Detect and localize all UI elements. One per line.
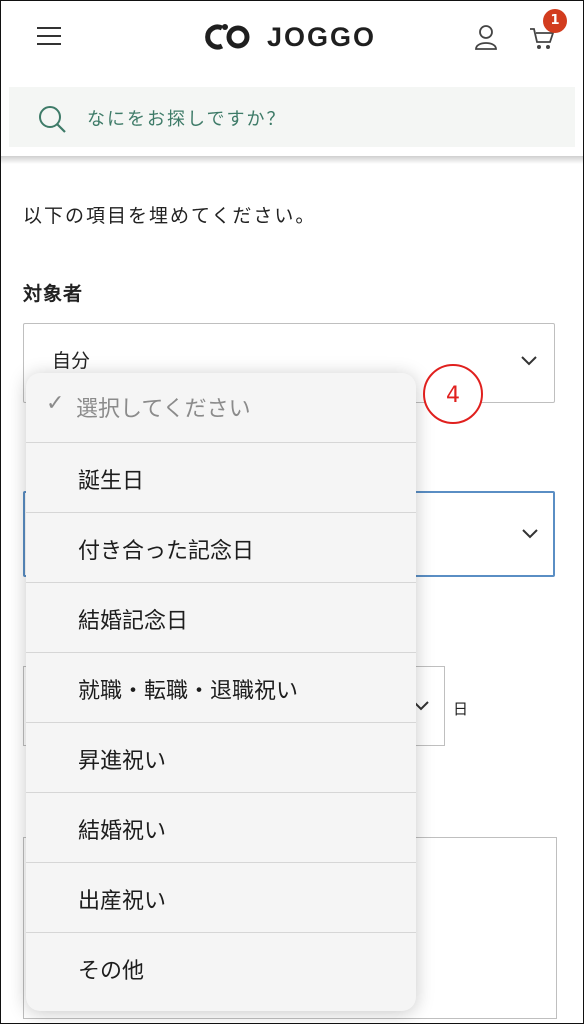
dropdown-option[interactable]: その他 [26, 933, 416, 1003]
dropdown-option[interactable]: 付き合った記念日 [26, 513, 416, 583]
dropdown-option-label: 結婚祝い [78, 819, 167, 844]
checkmark-icon: ✓ [46, 391, 65, 416]
dropdown-option-label: 選択してください [76, 397, 251, 422]
dropdown-option-label: 出産祝い [78, 889, 167, 914]
search-placeholder: なにをお探しですか？ [87, 109, 287, 130]
dropdown-option[interactable]: 結婚祝い [26, 793, 416, 863]
dropdown-option-label: 結婚記念日 [78, 609, 189, 634]
header-shadow [1, 156, 583, 164]
recipient-label: 対象者 [23, 283, 84, 305]
dropdown-option-label: その他 [78, 959, 145, 984]
occasion-dropdown-menu: ✓ 選択してください 誕生日 付き合った記念日 結婚記念日 就職・転職・退職祝い… [26, 373, 416, 1011]
dropdown-option[interactable]: 出産祝い [26, 863, 416, 933]
dropdown-option-label: 付き合った記念日 [78, 539, 255, 564]
recipient-value: 自分 [52, 350, 91, 372]
search-bar[interactable]: なにをお探しですか？ [9, 87, 575, 147]
dropdown-option[interactable]: 誕生日 [26, 443, 416, 513]
logo-text: JOGGO [267, 21, 377, 52]
chevron-down-icon [521, 356, 537, 366]
logo[interactable]: JOGGO [205, 21, 376, 53]
dropdown-option[interactable]: 就職・転職・退職祝い [26, 653, 416, 723]
cart-count-badge: 1 [543, 9, 567, 33]
dropdown-option[interactable]: 結婚記念日 [26, 583, 416, 653]
chevron-down-icon [522, 529, 538, 539]
form-intro: 以下の項目を埋めてください。 [23, 205, 317, 227]
dropdown-option-placeholder[interactable]: ✓ 選択してください [26, 373, 416, 443]
dropdown-option-label: 就職・転職・退職祝い [78, 679, 299, 704]
step-number-marker: 4 [423, 364, 483, 424]
screen-frame: JOGGO 1 なにをお探しですか？ 以下の項目を埋めてください。 対象者 自分… [0, 0, 584, 1024]
logo-mark-icon [205, 24, 250, 50]
dropdown-option-label: 誕生日 [78, 469, 145, 494]
user-icon[interactable] [475, 24, 497, 50]
dropdown-option-label: 昇進祝い [78, 749, 167, 774]
day-label: 日 [453, 700, 469, 718]
hamburger-menu-icon[interactable] [37, 27, 61, 45]
site-header: JOGGO 1 [1, 1, 583, 86]
search-icon [39, 106, 66, 133]
dropdown-option[interactable]: 昇進祝い [26, 723, 416, 793]
